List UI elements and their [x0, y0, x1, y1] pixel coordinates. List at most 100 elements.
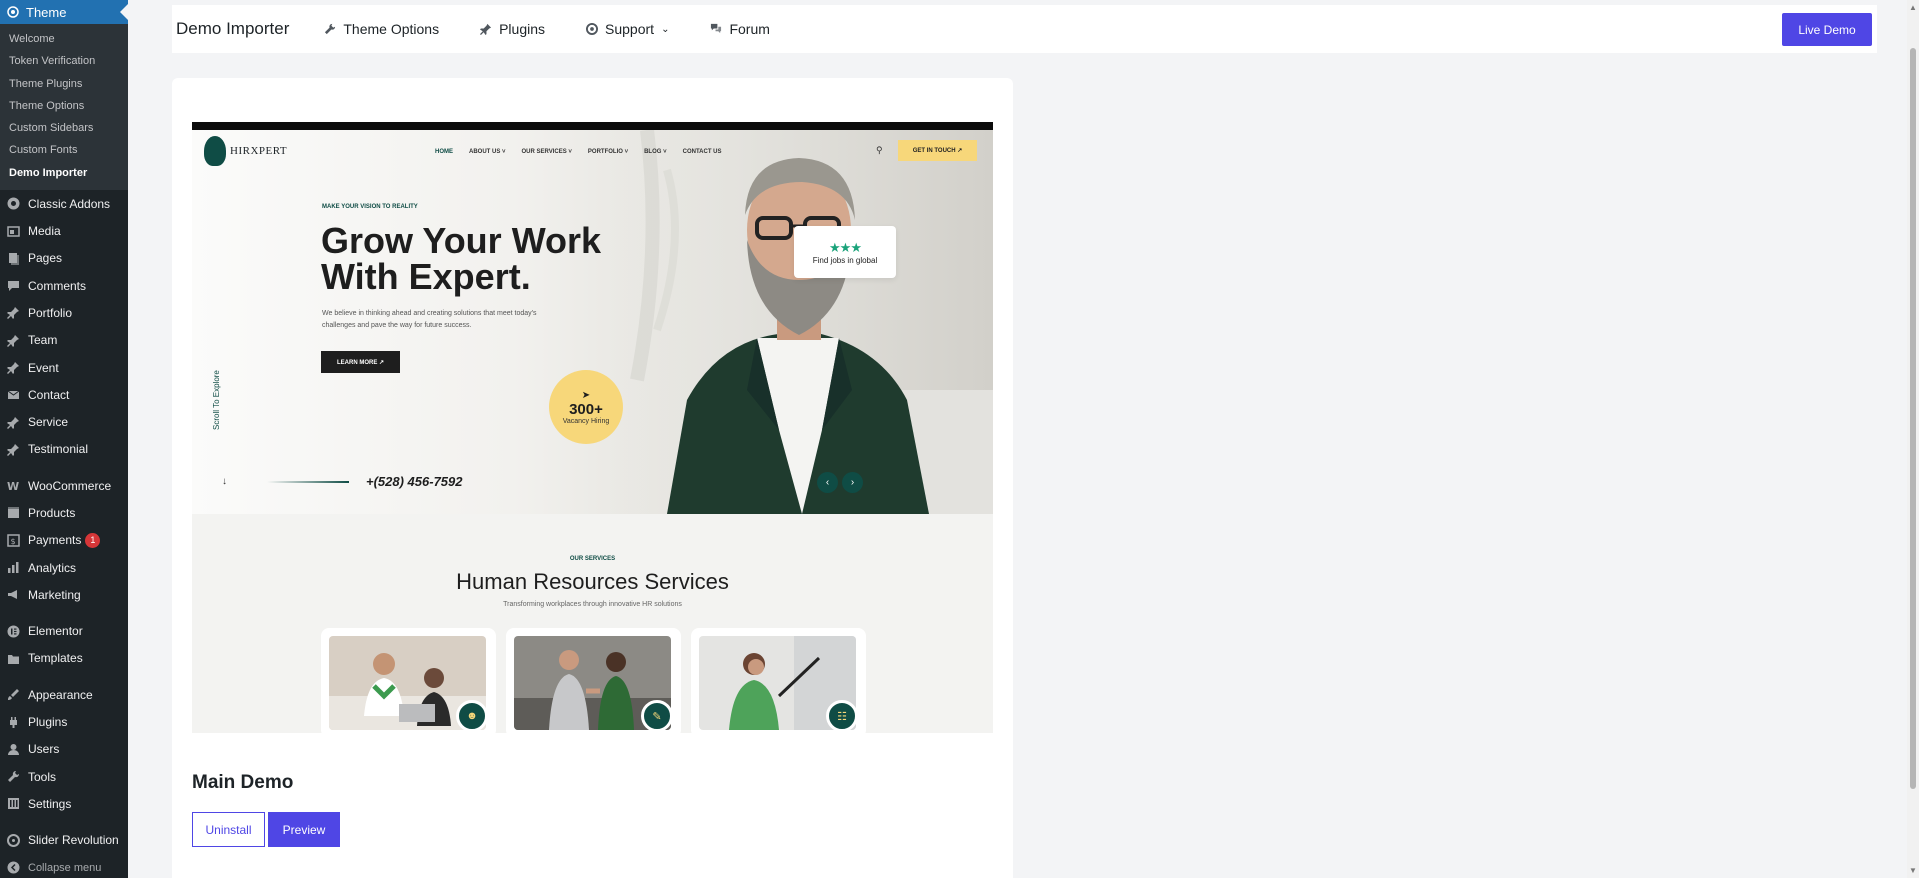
pages-icon	[6, 251, 21, 266]
service-card: ☷	[691, 628, 866, 733]
plugins-icon	[6, 715, 21, 730]
submenu-demo-importer[interactable]: Demo Importer	[0, 162, 128, 184]
preview-nav-home: HOME	[435, 149, 453, 155]
submenu-custom-fonts[interactable]: Custom Fonts	[0, 139, 128, 161]
preview-hero: HIRXPERT HOME ABOUT US ˅ OUR SERVICES ˅ …	[192, 130, 993, 514]
arrow-down-icon: ↓	[222, 476, 227, 487]
slider-icon	[6, 833, 21, 848]
plug-icon	[479, 22, 493, 36]
sidebar-item-contact[interactable]: Contact	[0, 381, 128, 408]
vacancy-badge: ➤ 300+ Vacancy Hiring	[549, 370, 623, 444]
nav-theme-options[interactable]: Theme Options	[323, 21, 439, 37]
sidebar-item-label: Tools	[28, 769, 57, 784]
wrench-icon	[323, 22, 337, 36]
mail-icon	[6, 387, 21, 402]
sidebar-item-portfolio[interactable]: Portfolio	[0, 299, 128, 326]
sidebar-item-label: Payments	[28, 533, 82, 548]
sidebar-item-label: Appearance	[28, 687, 93, 702]
jobs-text: Find jobs in global	[812, 255, 878, 265]
preview-nav-services: OUR SERVICES ˅	[521, 149, 572, 155]
sidebar-item-label: Pages	[28, 251, 63, 266]
demo-preview-image: HIRXPERT HOME ABOUT US ˅ OUR SERVICES ˅ …	[192, 122, 993, 733]
preview-top-bar	[192, 122, 993, 130]
products-icon	[6, 505, 21, 520]
sidebar-item-elementor[interactable]: Elementor	[0, 618, 128, 645]
sidebar-item-woocommerce[interactable]: W WooCommerce	[0, 472, 128, 499]
sidebar-item-label: Products	[28, 505, 76, 520]
sidebar-item-comments[interactable]: Comments	[0, 272, 128, 299]
sidebar-item-label: Elementor	[28, 624, 83, 639]
submenu-custom-sidebars[interactable]: Custom Sidebars	[0, 117, 128, 139]
sidebar-item-appearance[interactable]: Appearance	[0, 681, 128, 708]
stars-icon: ★★★	[829, 239, 862, 255]
settings-icon	[6, 796, 21, 811]
media-icon	[6, 224, 21, 239]
uninstall-button[interactable]: Uninstall	[192, 812, 265, 847]
sidebar-item-pages[interactable]: Pages	[0, 245, 128, 272]
sidebar-item-label: Portfolio	[28, 305, 73, 320]
sidebar-item-team[interactable]: Team	[0, 327, 128, 354]
theme-submenu: Welcome Token Verification Theme Plugins…	[0, 24, 128, 191]
sidebar-item-label: Marketing	[28, 587, 81, 602]
handshake-icon: ✎	[641, 700, 673, 732]
services-title: Human Resources Services	[456, 569, 729, 594]
service-card: ☻	[321, 628, 496, 733]
sidebar-item-label: Analytics	[28, 560, 77, 575]
nav-support[interactable]: Support ⌄	[585, 21, 669, 37]
sidebar-item-label: Classic Addons	[28, 196, 111, 211]
sidebar-item-label: Users	[28, 742, 60, 757]
preview-button[interactable]: Preview	[268, 812, 340, 847]
submenu-theme-plugins[interactable]: Theme Plugins	[0, 73, 128, 95]
sidebar-item-templates[interactable]: Templates	[0, 645, 128, 672]
hero-portrait-image	[607, 130, 993, 514]
hero-title-line-1: Grow Your Work	[321, 220, 602, 261]
sidebar-item-products[interactable]: Products	[0, 499, 128, 526]
scroll-down-icon[interactable]: ▼	[1909, 866, 1917, 875]
svg-text:$: $	[11, 537, 16, 546]
sidebar-item-analytics[interactable]: Analytics	[0, 554, 128, 581]
services-eyebrow: OUR SERVICES	[569, 556, 616, 562]
notification-badge: 1	[85, 532, 101, 548]
hero-description: We believe in thinking ahead and creatin…	[322, 310, 537, 329]
collapse-menu-button[interactable]: Collapse menu	[0, 854, 128, 878]
sidebar-item-event[interactable]: Event	[0, 354, 128, 381]
sidebar-item-users[interactable]: Users	[0, 736, 128, 763]
demo-importer-header: Demo Importer Theme Options Plugins Supp…	[172, 5, 1877, 53]
jobs-card: ★★★ Find jobs in global	[794, 226, 896, 278]
submenu-theme-options[interactable]: Theme Options	[0, 95, 128, 117]
submenu-welcome[interactable]: Welcome	[0, 28, 128, 50]
scroll-thumb[interactable]	[1910, 48, 1916, 789]
sidebar-item-label: Comments	[28, 278, 87, 293]
scroll-to-explore: Scroll To Explore	[212, 370, 221, 430]
nav-forum[interactable]: Forum	[709, 21, 770, 37]
sidebar-item-settings[interactable]: Settings	[0, 790, 128, 817]
arrow-left-icon: ‹	[817, 472, 838, 493]
elementor-icon	[6, 624, 21, 639]
pin-icon	[6, 333, 21, 348]
sidebar-item-payments[interactable]: $ Payments 1	[0, 527, 128, 554]
sidebar-item-media[interactable]: Media	[0, 217, 128, 244]
sidebar-item-tools[interactable]: Tools	[0, 763, 128, 790]
woo-icon: W	[6, 478, 21, 493]
sidebar-item-marketing[interactable]: Marketing	[0, 581, 128, 608]
page-scrollbar[interactable]: ▲ ▼	[1907, 0, 1919, 878]
sidebar-item-classic-addons[interactable]: Classic Addons	[0, 190, 128, 217]
sidebar-item-slider-revolution[interactable]: Slider Revolution	[0, 827, 128, 854]
sidebar-item-theme[interactable]: Theme	[0, 0, 128, 24]
sidebar-item-service[interactable]: Service	[0, 408, 128, 435]
admin-sidebar: Theme Welcome Token Verification Theme P…	[0, 0, 128, 878]
nav-plugins[interactable]: Plugins	[479, 21, 545, 37]
sidebar-item-plugins[interactable]: Plugins	[0, 708, 128, 735]
live-demo-button[interactable]: Live Demo	[1782, 13, 1872, 46]
forum-icon	[709, 22, 723, 36]
services-subtitle: Transforming workplaces through innovati…	[503, 601, 682, 608]
scroll-up-icon[interactable]: ▲	[1909, 3, 1917, 12]
pin-icon	[6, 415, 21, 430]
sidebar-item-label: Settings	[28, 796, 72, 811]
sidebar-item-testimonial[interactable]: Testimonial	[0, 436, 128, 463]
templates-icon	[6, 651, 21, 666]
hirxpert-logo-text: HIRXPERT	[230, 145, 288, 157]
sidebar-item-label: Event	[28, 360, 59, 375]
submenu-token-verification[interactable]: Token Verification	[0, 50, 128, 72]
theme-icon	[6, 5, 20, 19]
